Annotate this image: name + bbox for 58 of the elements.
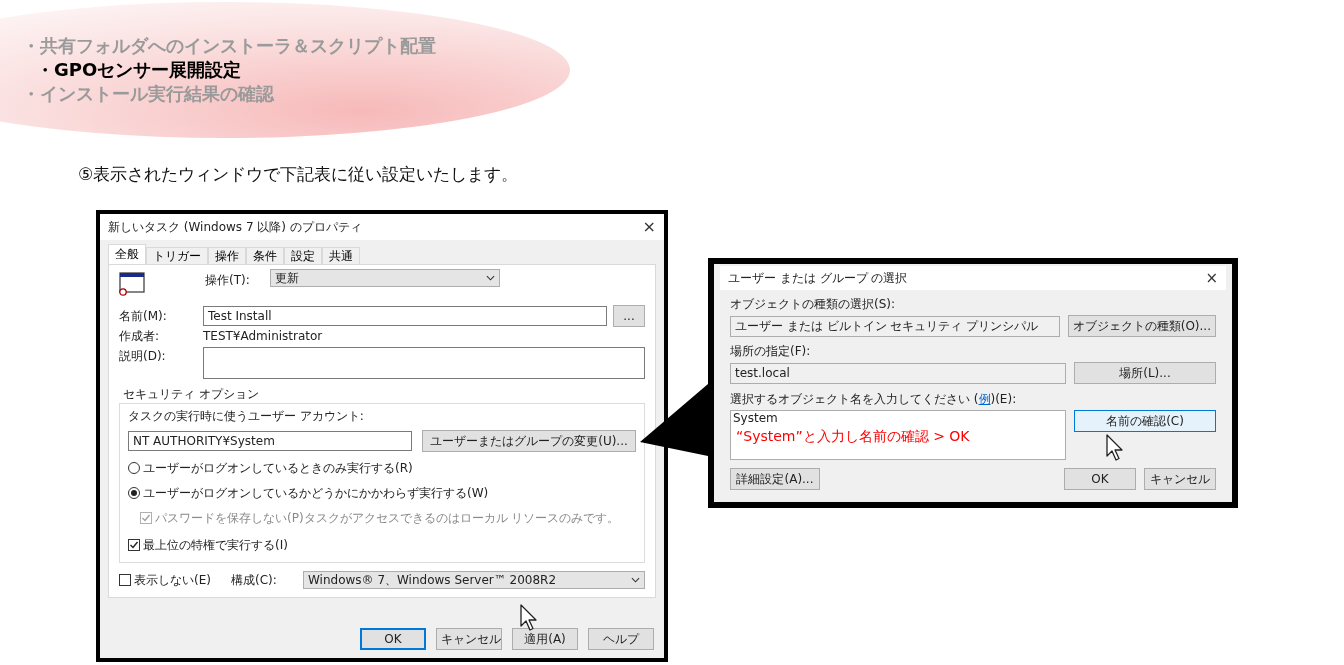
agenda-item: ・インストール実行結果の確認 [22, 83, 276, 105]
window-title: ユーザー または グループ の選択 [728, 270, 908, 287]
field-label: 説明(D): [119, 348, 167, 365]
check-names-button[interactable]: 名前の確認(C) [1074, 410, 1216, 432]
option-label: ユーザーがログオンしているかどうかにかかわらず実行する(W) [143, 485, 489, 502]
radio-button[interactable] [128, 462, 140, 474]
description-field[interactable] [203, 347, 645, 379]
author-value: TEST¥Administrator [203, 328, 323, 345]
dialog-button[interactable]: キャンセル [1144, 468, 1216, 490]
close-button[interactable]: × [642, 219, 656, 235]
task-window-icon [119, 272, 145, 296]
name-field[interactable]: Test Install [203, 306, 607, 326]
dialog-button[interactable]: OK [360, 628, 426, 650]
instruction-text: ⑤表示されたウィンドウで下記表に従い設定いたします。 [78, 163, 520, 186]
window-title: 新しいタスク (Windows 7 以降) のプロパティ [108, 219, 362, 236]
tab[interactable]: トリガー [146, 247, 208, 264]
field-label: 操作(T): [205, 272, 250, 289]
field-label: タスクの実行時に使うユーザー アカウント: [128, 408, 365, 425]
chevron-down-icon [631, 577, 640, 583]
field-label: 作成者: [119, 328, 161, 345]
group-title: セキュリティ オプション [122, 387, 260, 401]
change-user-button[interactable]: ユーザーまたはグループの変更(U)... [422, 430, 636, 452]
dialog-button[interactable]: ヘルプ [588, 628, 654, 650]
advanced-button[interactable]: 詳細設定(A)... [730, 468, 820, 490]
location-field: test.local [730, 362, 1066, 384]
tab[interactable]: 操作 [208, 247, 246, 264]
tab[interactable]: 全般 [108, 244, 146, 264]
dialog-button[interactable]: キャンセル [436, 628, 502, 650]
location-button[interactable]: 場所(L)... [1074, 362, 1216, 384]
example-link[interactable]: 例 [978, 392, 991, 406]
tab[interactable]: 条件 [246, 247, 284, 264]
option-label: パスワードを保存しない(P)タスクがアクセスできるのはローカル リソースのみです。 [155, 510, 620, 527]
option-label: 表示しない(E) [134, 572, 211, 589]
dialog-button[interactable]: 適用(A) [512, 628, 578, 650]
checkbox[interactable] [119, 574, 131, 586]
checkbox[interactable] [128, 539, 140, 551]
account-field[interactable]: NT AUTHORITY¥System [128, 431, 412, 451]
browse-button[interactable]: ... [613, 305, 645, 327]
annotation-text: “System”と入力し名前の確認 > OK [736, 427, 970, 446]
field-label: 名前(M): [119, 308, 168, 325]
dialog-button[interactable]: OK [1064, 468, 1136, 490]
field-label: 場所の指定(F): [730, 343, 812, 360]
option-label: ユーザーがログオンしているときのみ実行する(R) [143, 460, 413, 477]
radio-button[interactable] [128, 487, 140, 499]
close-button[interactable]: × [1205, 270, 1218, 286]
field-label: オブジェクトの種類の選択(S): [730, 296, 897, 313]
chevron-down-icon [485, 275, 495, 281]
agenda-item: ・共有フォルダへのインストーラ＆スクリプト配置 [22, 35, 437, 57]
action-dropdown[interactable]: 更新 [269, 269, 500, 287]
agenda-item: ・GPOセンサー展開設定 [35, 59, 243, 81]
field-label: 構成(C): [231, 572, 278, 589]
option-label: 最上位の特権で実行する(I) [143, 537, 288, 554]
tab[interactable]: 共通 [322, 247, 360, 264]
field-label: 選択するオブジェクト名を入力してください (例)(E): [730, 391, 1018, 408]
configure-dropdown[interactable]: Windows® 7、Windows Server™ 2008R2 [303, 571, 645, 589]
tab[interactable]: 設定 [284, 247, 322, 264]
object-type-button[interactable]: オブジェクトの種類(O)... [1067, 315, 1216, 337]
object-type-field: ユーザー または ビルトイン セキュリティ プリンシパル [730, 315, 1060, 337]
